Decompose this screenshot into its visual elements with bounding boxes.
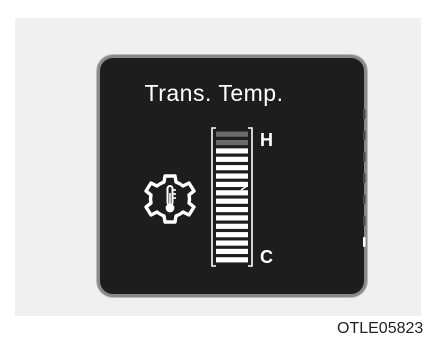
- gauge-segment: [216, 257, 248, 263]
- gauge-low-label: C: [260, 247, 273, 267]
- gauge-segment: [216, 131, 248, 137]
- scroll-position: [363, 151, 366, 162]
- gauge-segment: [216, 190, 248, 196]
- gauge-segment: [216, 223, 248, 229]
- scroll-position: [363, 130, 366, 141]
- gauge-segment: [216, 198, 248, 204]
- gauge-segment: [216, 240, 248, 246]
- gauge-high-label: H: [260, 130, 273, 150]
- gauge-segment: [216, 181, 248, 188]
- scroll-position-active: [363, 237, 366, 247]
- gauge-segment: [216, 215, 248, 221]
- gauge-segment: [216, 148, 248, 154]
- gauge-segment: [216, 232, 248, 238]
- scroll-position: [363, 109, 366, 119]
- gauge-segment: [216, 139, 248, 146]
- figure-code: OTLE05823: [337, 320, 424, 337]
- temperature-gauge: [211, 109, 366, 267]
- gauge-segment: [216, 206, 248, 213]
- figure: Trans. Temp. H C OTLE05823: [0, 0, 435, 342]
- page-scroll-indicator: [363, 109, 366, 247]
- gauge-segment: [216, 173, 248, 179]
- gauge-segment: [216, 248, 248, 255]
- gauge-segment: [216, 156, 248, 162]
- cluster-display: Trans. Temp. H C: [97, 55, 367, 297]
- gauge-segment: [216, 165, 248, 171]
- scroll-position: [363, 173, 366, 183]
- scroll-position: [363, 194, 366, 205]
- scroll-position: [363, 215, 366, 226]
- gauge-segments: [216, 131, 248, 263]
